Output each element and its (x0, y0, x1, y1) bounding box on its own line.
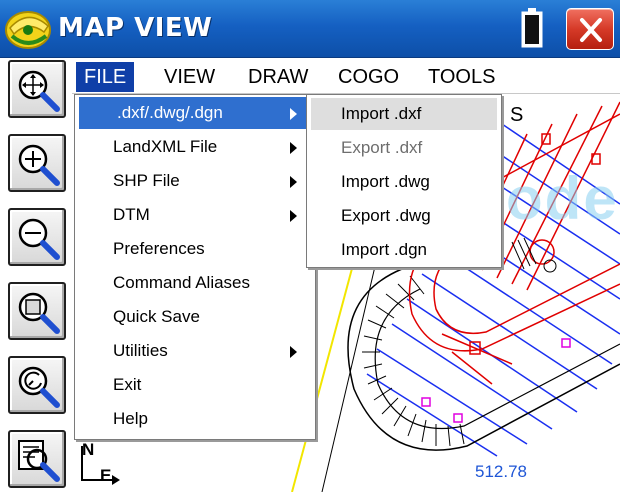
close-icon (580, 18, 602, 42)
menu-item-label: Exit (113, 375, 142, 394)
zoom-in-button[interactable] (8, 134, 66, 192)
menu-item-label: Preferences (113, 239, 205, 258)
menu-item-label: .dxf/.dwg/.dgn (117, 103, 223, 122)
battery-icon (521, 8, 543, 48)
zoom-window-icon (18, 292, 60, 334)
menu-item-label: Utilities (113, 341, 168, 360)
file-menu-item-shp[interactable]: SHP File (79, 165, 311, 197)
app-logo-icon (5, 11, 51, 49)
menu-item-label: Command Aliases (113, 273, 251, 292)
file-menu-item-dtm[interactable]: DTM (79, 199, 311, 231)
zoom-extents-button[interactable] (8, 60, 66, 118)
menu-tools[interactable]: TOOLS (420, 62, 503, 92)
submenu-export-dxf: Export .dxf (341, 138, 423, 157)
identify-button[interactable] (8, 430, 66, 488)
zoom-in-icon (18, 144, 60, 186)
submenu-arrow-icon (290, 210, 297, 222)
file-menu-item-help[interactable]: Help (79, 403, 311, 435)
north-label: N (82, 440, 95, 459)
close-button[interactable] (566, 8, 614, 50)
submenu-arrow-icon (290, 142, 297, 154)
menu-item-label: LandXML File (113, 137, 218, 156)
menu-view[interactable]: VIEW (156, 62, 223, 92)
coordinate-readout: 512.78 (475, 462, 527, 481)
zoom-out-icon (18, 218, 60, 260)
hidden-menu-fragment: S (510, 104, 524, 126)
title-bar: MAP VIEW (0, 0, 620, 58)
file-menu-item-cad[interactable]: .dxf/.dwg/.dgn (79, 97, 311, 129)
menu-item-label: Help (113, 409, 148, 428)
zoom-previous-icon (18, 366, 60, 408)
file-menu-item-preferences[interactable]: Preferences (79, 233, 311, 265)
submenu-import-dgn[interactable]: Import .dgn (311, 234, 497, 266)
file-menu-item-exit[interactable]: Exit (79, 369, 311, 401)
zoom-window-button[interactable] (8, 282, 66, 340)
file-menu-item-quick-save[interactable]: Quick Save (79, 301, 311, 333)
zoom-previous-button[interactable] (8, 356, 66, 414)
menu-item-label: Quick Save (113, 307, 200, 326)
menu-draw[interactable]: DRAW (240, 62, 316, 92)
submenu-import-dxf[interactable]: Import .dxf (311, 98, 497, 130)
submenu-export-dwg[interactable]: Export .dwg (311, 200, 497, 232)
file-menu-item-utilities[interactable]: Utilities (79, 335, 311, 367)
submenu-import-dwg[interactable]: Import .dwg (311, 166, 497, 198)
window-title: MAP VIEW (58, 13, 213, 43)
submenu-arrow-icon (290, 346, 297, 358)
file-menu: .dxf/.dwg/.dgn LandXML File SHP File DTM… (74, 94, 316, 440)
submenu-arrow-icon (290, 108, 297, 120)
menu-item-label: DTM (113, 205, 150, 224)
menu-cogo[interactable]: COGO (330, 62, 407, 92)
file-menu-item-command-aliases[interactable]: Command Aliases (79, 267, 311, 299)
zoom-out-button[interactable] (8, 208, 66, 266)
menu-bar: FILE VIEW DRAW COGO TOOLS (72, 58, 620, 94)
east-label: E (100, 466, 112, 485)
map-toolbar (0, 58, 72, 492)
identify-icon (18, 440, 60, 482)
submenu-arrow-icon (290, 176, 297, 188)
zoom-extents-icon (18, 70, 60, 112)
cad-submenu: Import .dxf Export .dxf Import .dwg Expo… (306, 94, 502, 268)
menu-file[interactable]: FILE (76, 62, 135, 92)
file-menu-item-landxml[interactable]: LandXML File (79, 131, 311, 163)
menu-item-label: SHP File (113, 171, 180, 190)
